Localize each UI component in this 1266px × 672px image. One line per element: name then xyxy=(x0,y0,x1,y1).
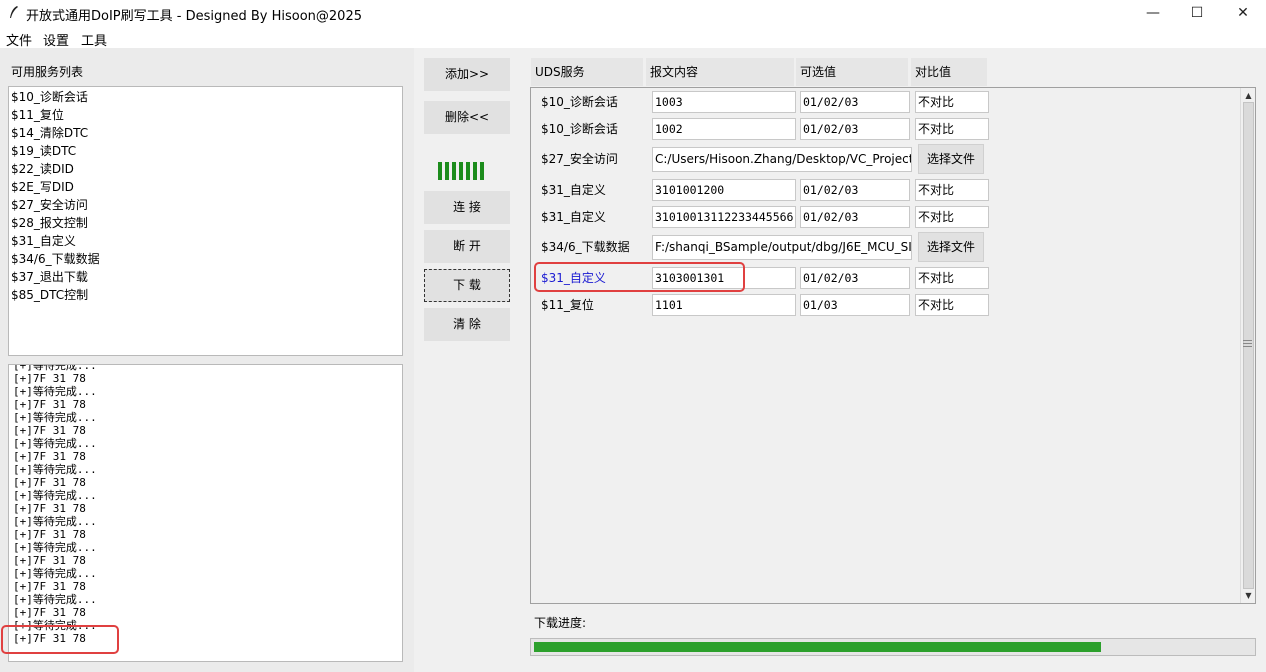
service-list-item[interactable]: $34/6_下载数据 xyxy=(11,250,400,268)
row-option-input[interactable]: 01/02/03 xyxy=(800,91,910,113)
log-highlight-box xyxy=(1,625,119,654)
log-line: [+]7F 31 78 xyxy=(13,528,86,541)
log-line: [+]7F 31 78 xyxy=(13,476,86,489)
row-option-input[interactable]: 01/02/03 xyxy=(800,118,910,140)
disconnect-button[interactable]: 断 开 xyxy=(424,230,510,263)
service-list-item[interactable]: $37_退出下载 xyxy=(11,268,400,286)
add-button[interactable]: 添加>> xyxy=(424,58,510,91)
row-content-input[interactable]: 1101 xyxy=(652,294,796,316)
service-list-item[interactable]: $2E_写DID xyxy=(11,178,400,196)
row-compare-input[interactable]: 不对比 xyxy=(915,294,989,316)
service-list-item[interactable]: $19_读DTC xyxy=(11,142,400,160)
menu-file[interactable]: 文件 xyxy=(6,30,32,49)
log-line: [+]7F 31 78 xyxy=(13,398,86,411)
row-content-input[interactable]: 1003 xyxy=(652,91,796,113)
log-line: [+]等待完成... xyxy=(13,541,97,554)
header-compare: 对比值 xyxy=(911,58,987,86)
log-lines: [+]等待完成... [+]7F 31 78 [+]等待完成... [+]7F 31 … xyxy=(13,364,97,645)
log-line: [+]等待完成... xyxy=(13,593,97,606)
download-progress-fill xyxy=(534,642,1101,652)
download-progress-label: 下载进度: xyxy=(534,616,587,630)
select-file-button[interactable]: 选择文件 xyxy=(918,144,984,174)
header-message-content: 报文内容 xyxy=(646,58,794,86)
scroll-up-icon[interactable]: ▲ xyxy=(1243,90,1254,101)
clear-button[interactable]: 清 除 xyxy=(424,308,510,341)
row-file-path-input[interactable]: C:/Users/Hisoon.Zhang/Desktop/VC_Project… xyxy=(652,147,912,172)
log-line: [+]7F 31 78 xyxy=(13,450,86,463)
row-content-input[interactable]: 1002 xyxy=(652,118,796,140)
row-service: $10_诊断会话 xyxy=(541,95,618,109)
service-list-item[interactable]: $27_安全访问 xyxy=(11,196,400,214)
menu-bar: 文件 设置 工具 xyxy=(0,26,1266,49)
service-list-item[interactable]: $22_读DID xyxy=(11,160,400,178)
row-compare-input[interactable]: 不对比 xyxy=(915,267,989,289)
close-button[interactable]: ✕ xyxy=(1220,0,1266,26)
log-line: [+]等待完成... xyxy=(13,489,97,502)
row-service: $31_自定义 xyxy=(541,210,606,224)
activity-indicator xyxy=(438,162,484,180)
service-list-item[interactable]: $10_诊断会话 xyxy=(11,88,400,106)
log-line: [+]等待完成... xyxy=(13,364,97,372)
service-list-item[interactable]: $11_复位 xyxy=(11,106,400,124)
download-progress-bar xyxy=(530,638,1256,656)
select-file-button[interactable]: 选择文件 xyxy=(918,232,984,262)
row-service: $31_自定义 xyxy=(541,183,606,197)
log-output[interactable]: [+]等待完成... [+]7F 31 78 [+]等待完成... [+]7F 31 … xyxy=(8,364,403,662)
service-list-item[interactable]: $14_清除DTC xyxy=(11,124,400,142)
scroll-down-icon[interactable]: ▼ xyxy=(1243,590,1254,601)
window-title: 开放式通用DoIP刷写工具 - Designed By Hisoon@2025 xyxy=(26,9,362,24)
row-compare-input[interactable]: 不对比 xyxy=(915,118,989,140)
log-line: [+]7F 31 78 xyxy=(13,606,86,619)
log-line: [+]等待完成... xyxy=(13,567,97,580)
row-service: $11_复位 xyxy=(541,298,594,312)
row-compare-input[interactable]: 不对比 xyxy=(915,91,989,113)
log-line: [+]7F 31 78 xyxy=(13,502,86,515)
log-line: [+]等待完成... xyxy=(13,385,97,398)
service-list-item[interactable]: $85_DTC控制 xyxy=(11,286,400,304)
table-scrollbar[interactable]: ▲ ▼ xyxy=(1240,88,1255,603)
feather-icon xyxy=(10,6,18,18)
row-option-input[interactable]: 01/02/03 xyxy=(800,179,910,201)
log-line: [+]7F 31 78 xyxy=(13,580,86,593)
scroll-grip-icon xyxy=(1243,340,1252,347)
row-option-input[interactable]: 01/02/03 xyxy=(800,267,910,289)
log-line: [+]等待完成... xyxy=(13,463,97,476)
row-highlight-box xyxy=(534,262,745,292)
service-list-item[interactable]: $28_报文控制 xyxy=(11,214,400,232)
log-line: [+]等待完成... xyxy=(13,437,97,450)
row-content-input[interactable]: 31010013112233445566 xyxy=(652,206,796,228)
row-option-input[interactable]: 01/03 xyxy=(800,294,910,316)
row-service: $10_诊断会话 xyxy=(541,122,618,136)
log-line: [+]等待完成... xyxy=(13,411,97,424)
row-compare-input[interactable]: 不对比 xyxy=(915,206,989,228)
log-line: [+]7F 31 78 xyxy=(13,424,86,437)
menu-tools[interactable]: 工具 xyxy=(81,30,107,49)
row-file-path-input[interactable]: F:/shanqi_BSample/output/dbg/J6E_MCU_SII xyxy=(652,235,912,260)
header-uds-service: UDS服务 xyxy=(531,58,643,86)
maximize-button[interactable]: ☐ xyxy=(1174,0,1220,26)
row-compare-input[interactable]: 不对比 xyxy=(915,179,989,201)
row-service: $34/6_下载数据 xyxy=(541,240,630,254)
row-option-input[interactable]: 01/02/03 xyxy=(800,206,910,228)
row-service: $27_安全访问 xyxy=(541,152,618,166)
download-button[interactable]: 下 载 xyxy=(424,269,510,302)
log-line: [+]7F 31 78 xyxy=(13,554,86,567)
connect-button[interactable]: 连 接 xyxy=(424,191,510,224)
menu-settings[interactable]: 设置 xyxy=(43,30,69,49)
header-options: 可选值 xyxy=(796,58,908,86)
log-line: [+]7F 31 78 xyxy=(13,372,86,385)
title-bar: 开放式通用DoIP刷写工具 - Designed By Hisoon@2025 … xyxy=(0,0,1266,26)
service-list-item[interactable]: $31_自定义 xyxy=(11,232,400,250)
remove-button[interactable]: 删除<< xyxy=(424,101,510,134)
minimize-button[interactable]: — xyxy=(1130,0,1176,26)
log-line: [+]等待完成... xyxy=(13,515,97,528)
service-list[interactable]: $10_诊断会话 $11_复位 $14_清除DTC $19_读DTC $22_读… xyxy=(8,86,403,356)
row-content-input[interactable]: 3101001200 xyxy=(652,179,796,201)
service-list-label: 可用服务列表 xyxy=(11,65,84,79)
